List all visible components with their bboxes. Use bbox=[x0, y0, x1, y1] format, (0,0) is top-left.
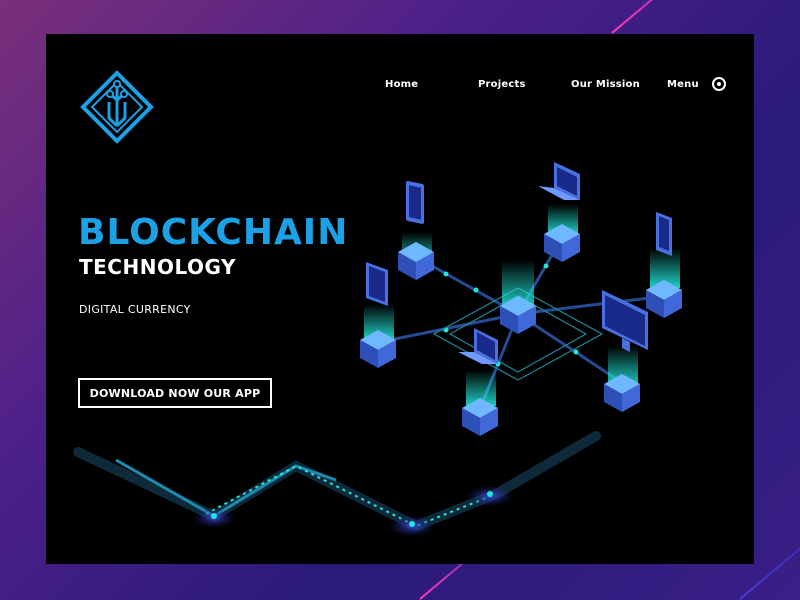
node-block bbox=[646, 248, 682, 318]
blockchain-network-illustration bbox=[73, 162, 682, 537]
server-block-icon bbox=[500, 260, 536, 334]
node-block bbox=[462, 370, 498, 436]
node-block bbox=[398, 232, 434, 280]
network-path bbox=[73, 431, 601, 537]
node-block bbox=[604, 346, 640, 412]
laptop-icon bbox=[458, 328, 498, 364]
tablet-icon bbox=[656, 212, 672, 256]
node-block bbox=[544, 204, 580, 262]
landing-page-window: Home Projects Our Mission Menu BLOCKCHAI… bbox=[46, 34, 754, 564]
bg-streak bbox=[611, 0, 674, 34]
node-block bbox=[360, 304, 396, 368]
tablet-icon bbox=[366, 262, 388, 306]
laptop-icon bbox=[538, 162, 580, 200]
tablet-icon bbox=[406, 180, 424, 224]
